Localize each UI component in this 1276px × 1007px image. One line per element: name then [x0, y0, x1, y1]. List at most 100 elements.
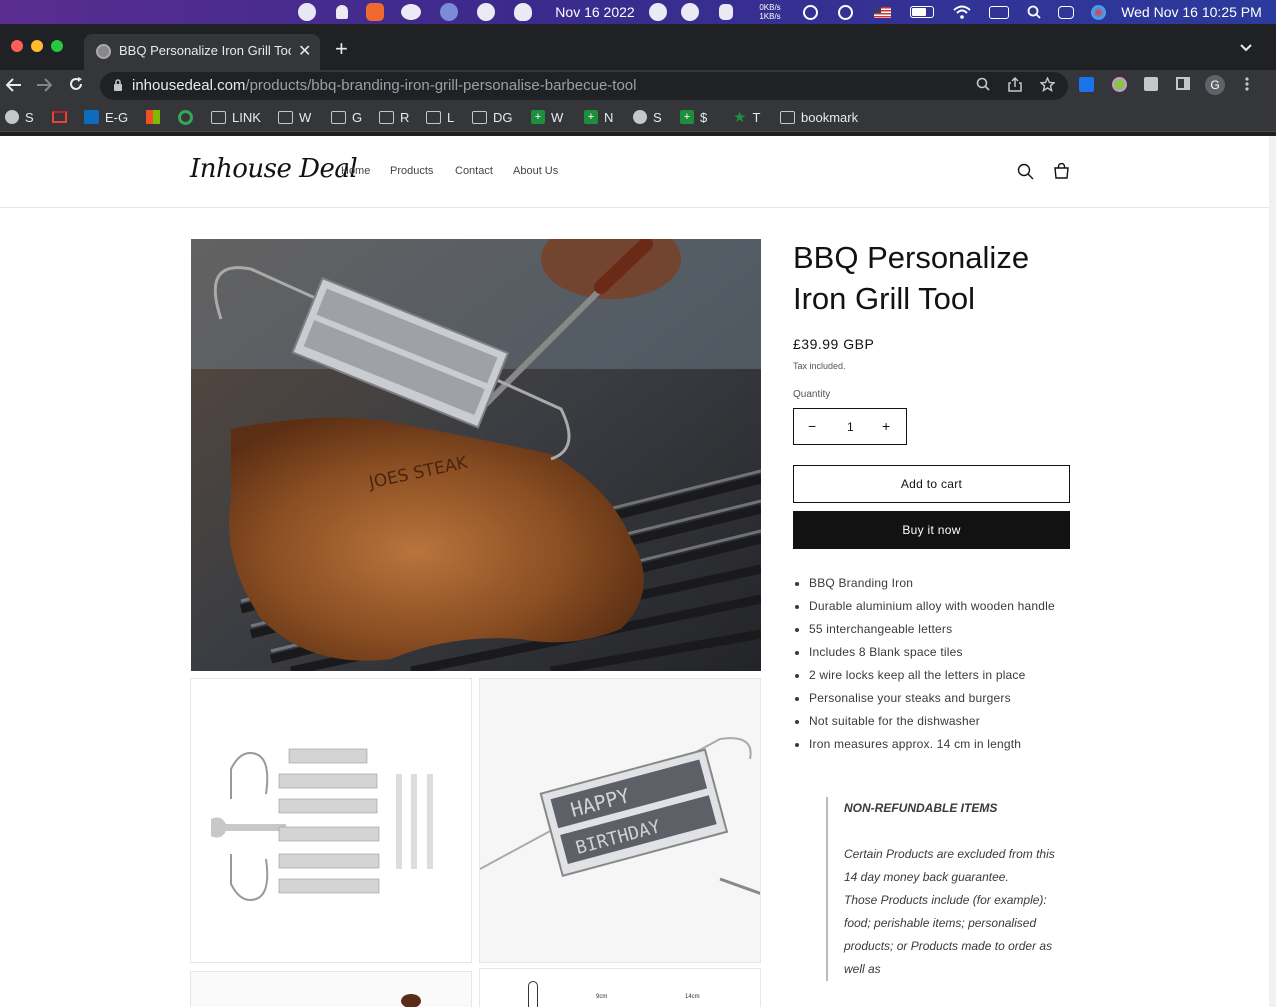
bookmark-item[interactable]: S [633, 108, 662, 126]
bookmark-label: $ [700, 109, 708, 125]
play-circle-icon[interactable] [801, 3, 819, 21]
download-icon[interactable] [1079, 77, 1094, 92]
minimize-window-button[interactable] [31, 40, 43, 52]
bookmark-item[interactable] [52, 108, 73, 126]
profile-avatar[interactable]: G [1205, 75, 1225, 95]
globe-icon [633, 110, 647, 124]
control-center-icon[interactable] [1057, 3, 1075, 21]
bookmark-label: W [551, 109, 564, 125]
bookmark-item[interactable]: + W [531, 108, 563, 126]
new-tab-button[interactable]: + [335, 36, 348, 62]
calendar-check-icon[interactable] [649, 3, 667, 21]
kebab-menu-icon[interactable] [1245, 77, 1249, 95]
cart-icon[interactable] [1053, 162, 1071, 181]
lock-icon[interactable] [113, 78, 123, 91]
us-flag-icon[interactable] [873, 3, 891, 21]
reload-icon[interactable] [68, 76, 84, 97]
bookmark-item[interactable] [178, 108, 199, 126]
feature-item: 2 wire locks keep all the letters in pla… [795, 664, 1059, 687]
bookmark-label: bookmark [801, 109, 859, 125]
folder-icon [211, 110, 226, 124]
bookmark-folder[interactable]: bookmark [780, 108, 858, 126]
bookmark-item[interactable] [146, 108, 166, 126]
notification-icon[interactable] [334, 3, 350, 21]
add-to-cart-button[interactable]: Add to cart [793, 465, 1070, 503]
feature-item: BBQ Branding Iron [795, 572, 1059, 595]
wechat-icon[interactable] [400, 3, 422, 21]
page-scrollbar[interactable] [1269, 136, 1276, 1007]
nav-contact[interactable]: Contact [455, 165, 493, 177]
search-icon[interactable] [1017, 163, 1035, 181]
bookmark-folder[interactable]: W [278, 108, 311, 126]
cat2-icon[interactable] [717, 3, 735, 21]
puzzle-extensions-icon[interactable] [1144, 77, 1158, 91]
tab-close-icon[interactable]: ✕ [298, 41, 311, 61]
back-arrow-icon[interactable] [5, 76, 22, 97]
quantity-decrease-button[interactable]: − [808, 418, 816, 434]
nav-products[interactable]: Products [390, 165, 433, 177]
network-speed: 0KB/s 1KB/s [752, 3, 788, 21]
product-thumbnail-3[interactable] [190, 971, 472, 1007]
bookmark-item[interactable]: ★ T [733, 108, 760, 126]
history-icon[interactable] [836, 3, 854, 21]
nav-home[interactable]: Home [341, 165, 370, 177]
tab-search-chevron-icon[interactable] [1240, 40, 1252, 55]
folder-icon [472, 110, 487, 124]
bookmark-label: W [299, 109, 312, 125]
wifi-icon[interactable] [952, 3, 972, 21]
bookmark-folder[interactable]: G [331, 108, 362, 126]
bookmark-item[interactable]: S [5, 108, 34, 126]
bookmark-item[interactable]: + $ [680, 108, 707, 126]
messenger-icon[interactable] [477, 3, 495, 21]
siri-icon[interactable] [1089, 3, 1107, 21]
net-up-text: 0KB/s [759, 3, 781, 12]
bookmark-label: S [25, 109, 34, 125]
bookmark-star-icon[interactable] [1039, 76, 1056, 96]
url-path: /products/bbq-branding-iron-grill-person… [245, 77, 637, 94]
share-icon[interactable] [1008, 76, 1022, 96]
battery-icon[interactable] [908, 3, 936, 21]
green-plus-icon: + [584, 110, 598, 124]
green-g-icon [178, 109, 193, 125]
product-thumbnail-happy-birthday[interactable]: HAPPY BIRTHDAY [479, 678, 761, 963]
bookmark-item[interactable]: + N [584, 108, 613, 126]
shortcut-icon[interactable] [440, 3, 458, 21]
close-window-button[interactable] [11, 40, 23, 52]
product-thumbnail-parts[interactable] [190, 678, 472, 963]
search-icon[interactable] [1026, 3, 1042, 21]
thumb-dimension-label-a: 9cm [596, 994, 608, 1000]
quantity-input[interactable]: 1 [847, 420, 854, 434]
quantity-increase-button[interactable]: + [882, 418, 890, 434]
zoom-icon[interactable] [976, 77, 990, 95]
bookmark-folder[interactable]: LINK [211, 108, 261, 126]
policy-heading: NON-REFUNDABLE ITEMS [844, 801, 998, 815]
bookmark-folder[interactable]: L [426, 108, 454, 126]
quantity-stepper: − 1 + [793, 408, 907, 445]
product-thumbnail-4[interactable]: 9cm 14cm [479, 968, 761, 1007]
keyboard-icon[interactable] [988, 3, 1010, 21]
folder-icon [426, 110, 441, 124]
play-icon[interactable] [681, 3, 699, 21]
bookmark-label: G [352, 109, 363, 125]
menubar-clock[interactable]: Wed Nov 16 10:25 PM [1119, 3, 1264, 21]
bookmark-label: N [604, 109, 614, 125]
buy-it-now-button[interactable]: Buy it now [793, 511, 1070, 549]
product-main-image[interactable]: JOES STEAK [191, 239, 761, 671]
side-panel-icon[interactable] [1176, 77, 1190, 90]
nav-about-us[interactable]: About Us [513, 165, 558, 177]
thumb-dimension-label-b: 14cm [685, 994, 700, 1000]
forward-arrow-icon[interactable] [36, 76, 53, 97]
web-page: Inhouse Deal Home Products Contact About… [0, 136, 1269, 1007]
app-icon[interactable] [366, 3, 384, 21]
site-logo[interactable]: Inhouse Deal [190, 154, 358, 184]
browser-tab-active[interactable]: BBQ Personalize Iron Grill Tool ✕ [84, 34, 320, 70]
feature-item: Iron measures approx. 14 cm in length [795, 733, 1059, 756]
bookmark-item[interactable]: E-G [84, 108, 128, 126]
extension-circle-icon[interactable] [1112, 77, 1127, 92]
url-text[interactable]: inhousedeal.com/products/bbq-branding-ir… [132, 77, 636, 94]
bookmark-folder[interactable]: DG [472, 108, 513, 126]
cat-icon[interactable] [514, 3, 532, 21]
maximize-window-button[interactable] [51, 40, 63, 52]
line-icon[interactable] [297, 3, 317, 21]
bookmark-folder[interactable]: R [379, 108, 409, 126]
